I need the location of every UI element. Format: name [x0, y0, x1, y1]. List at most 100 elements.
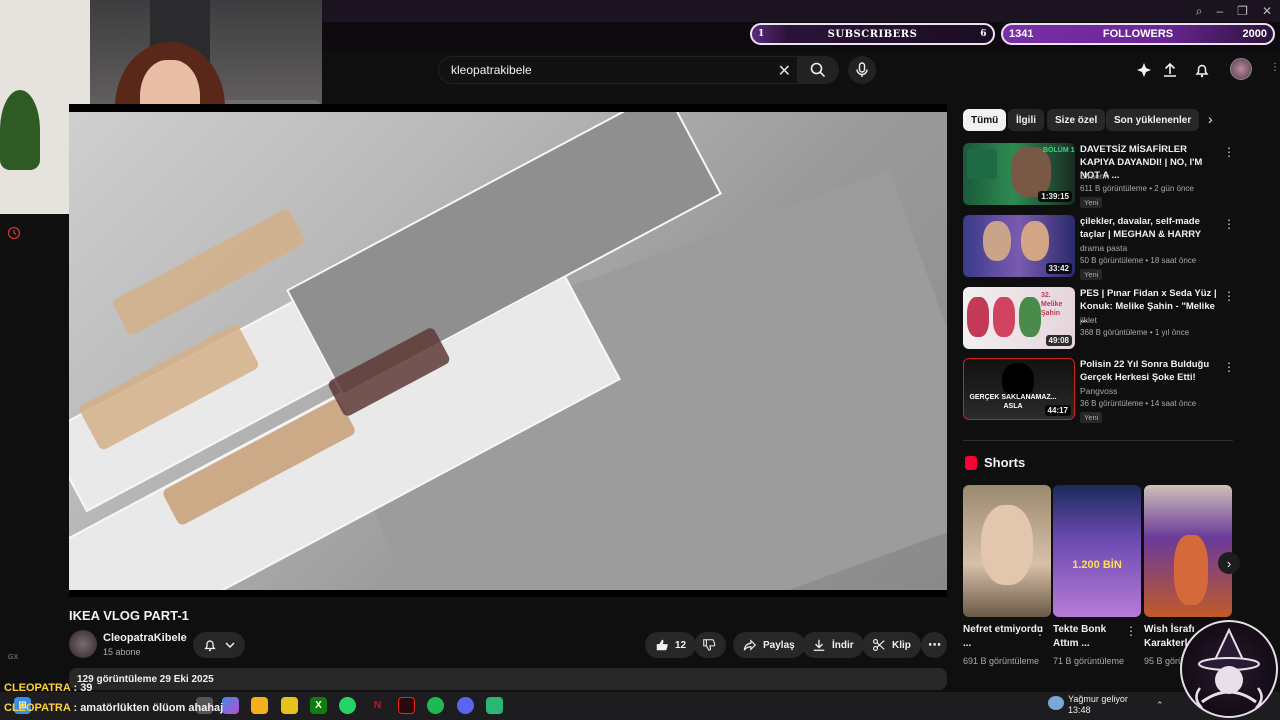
followers-count: 1341	[1009, 28, 1034, 40]
short-views: 691 B görüntüleme	[963, 656, 1040, 666]
clear-search-icon[interactable]: ✕	[778, 61, 791, 81]
like-count: 12	[675, 639, 687, 651]
notifications-button[interactable]	[1192, 60, 1212, 80]
related-video[interactable]: BÖLÜM 1 1:39:15 DAVETSİZ MİSAFİRLER KAPI…	[963, 143, 1235, 208]
new-badge: Yeni	[1080, 197, 1103, 208]
more-actions-button[interactable]: ⋯	[921, 632, 947, 658]
share-icon	[743, 639, 757, 651]
short-thumbnail[interactable]	[1144, 485, 1232, 617]
video-player[interactable]	[69, 104, 947, 597]
video-thumbnail[interactable]: 33:42	[963, 215, 1075, 277]
more-horizontal-icon: ⋯	[928, 637, 941, 652]
dislike-button[interactable]	[694, 632, 726, 658]
clip-button[interactable]: Klip	[862, 632, 921, 658]
more-vertical-icon[interactable]: ⋮	[1223, 289, 1235, 303]
search-button[interactable]	[797, 56, 839, 84]
video-title: IKEA VLOG PART-1	[69, 608, 189, 623]
chip-recent[interactable]: Son yüklenenler	[1106, 109, 1200, 131]
related-channel[interactable]: Elraenn	[1080, 171, 1109, 181]
more-vertical-icon[interactable]: ⋮	[1034, 624, 1046, 638]
upload-button[interactable]	[1160, 60, 1180, 80]
chat-message: CLEOPATRA : amatörlükten ölüom ahahaj	[4, 702, 223, 714]
new-badge: Yeni	[1080, 412, 1103, 423]
netflix-icon[interactable]: N	[369, 697, 386, 714]
video-thumbnail[interactable]: 32. Melike Şahin 49:08	[963, 287, 1075, 349]
video-frame	[69, 112, 947, 590]
spotify-icon[interactable]	[427, 697, 444, 714]
chevron-right-icon[interactable]: ›	[1208, 111, 1213, 127]
weather-text: Yağmur geliyor	[1068, 694, 1128, 704]
weather-widget[interactable]: Yağmur geliyor 13:48	[1068, 694, 1128, 716]
opera-gx-icon[interactable]	[398, 697, 415, 714]
xbox-icon[interactable]: X	[310, 697, 327, 714]
webcam-plant	[0, 90, 40, 170]
history-icon[interactable]	[7, 226, 21, 240]
related-video[interactable]: 32. Melike Şahin 49:08 PES | Pınar Fidan…	[963, 287, 1235, 351]
weather-icon	[1048, 696, 1064, 710]
file-explorer-icon[interactable]	[251, 697, 268, 714]
related-channel[interactable]: jiklet	[1080, 315, 1097, 325]
channel-name[interactable]: CleopatraKibele	[103, 632, 187, 644]
short-thumbnail[interactable]: 1.200 BİN	[1053, 485, 1141, 617]
chevron-right-icon: ›	[1226, 555, 1232, 571]
search-icon[interactable]: ⌕	[1196, 4, 1203, 19]
description-box[interactable]: 129 görüntüleme 29 Eki 2025	[69, 668, 947, 690]
bell-icon	[204, 640, 216, 652]
whatsapp-icon[interactable]	[339, 697, 356, 714]
sparkle-icon	[1137, 63, 1151, 77]
thumbnail-person	[1019, 297, 1041, 337]
subscription-bell-button[interactable]	[193, 632, 245, 658]
thumbs-up-icon	[656, 639, 668, 651]
search-input[interactable]: kleopatrakibele ✕	[438, 56, 798, 84]
related-meta: 36 B görüntüleme • 14 saat önce	[1080, 399, 1197, 408]
related-title: çilekler, davalar, self-made taçlar | ME…	[1080, 216, 1202, 240]
voice-search-button[interactable]	[848, 56, 876, 84]
subscribers-start: 1	[758, 29, 765, 39]
short-thumbnail[interactable]	[963, 485, 1051, 617]
related-video[interactable]: GERÇEK SAKLANAMAZ... ASLA 44:17 Polisin …	[963, 358, 1235, 423]
related-video[interactable]: 33:42 çilekler, davalar, self-made taçla…	[963, 215, 1235, 280]
related-title: PES | Pınar Fidan x Seda Yüz | Konuk: Me…	[1080, 288, 1217, 325]
chat-username: CLEOPATRA	[4, 702, 71, 714]
create-button[interactable]	[1134, 60, 1154, 80]
restore-icon[interactable]: ❐	[1237, 4, 1248, 19]
like-button[interactable]: 12	[645, 632, 697, 658]
thumbnail-text: 1.200 BİN	[1072, 559, 1122, 571]
related-channel[interactable]: Pangvoss	[1080, 386, 1117, 396]
chip-label: Tümü	[971, 114, 999, 126]
more-vertical-icon[interactable]: ⋮	[1125, 624, 1137, 638]
sticky-notes-icon[interactable]	[281, 697, 298, 714]
more-vertical-icon[interactable]: ⋮	[1223, 360, 1235, 374]
minimize-icon[interactable]: –	[1216, 4, 1223, 19]
chat-text: : amatörlükten ölüom ahahaj	[73, 702, 224, 714]
scissors-icon	[873, 639, 885, 651]
video-duration: 1:39:15	[1038, 191, 1072, 202]
copilot-icon[interactable]	[222, 697, 239, 714]
chevron-down-icon	[225, 642, 235, 649]
more-vertical-icon[interactable]: ⋮	[1223, 217, 1235, 231]
more-vertical-icon[interactable]: ⋮	[1223, 145, 1235, 159]
app-icon[interactable]	[486, 697, 503, 714]
video-thumbnail[interactable]: BÖLÜM 1 1:39:15	[963, 143, 1075, 205]
short-views: 71 B görüntüleme	[1053, 656, 1125, 666]
download-button[interactable]: İndir	[802, 632, 864, 658]
shorts-next-button[interactable]: ›	[1218, 552, 1240, 574]
video-thumbnail[interactable]: GERÇEK SAKLANAMAZ... ASLA 44:17	[963, 358, 1075, 420]
chip-related[interactable]: İlgili	[1008, 109, 1044, 131]
share-button[interactable]: Paylaş	[733, 632, 805, 658]
section-divider	[963, 440, 1233, 441]
channel-avatar[interactable]	[69, 630, 97, 658]
menu-dots-icon[interactable]: ⋮	[1270, 62, 1280, 73]
discord-icon[interactable]	[457, 697, 474, 714]
chat-text: : 39	[73, 682, 93, 694]
window-controls: ⌕ – ❐ ✕	[1196, 4, 1272, 19]
close-icon[interactable]: ✕	[1262, 4, 1272, 19]
search-icon	[810, 62, 826, 78]
chip-all[interactable]: Tümü	[963, 109, 1007, 131]
related-channel[interactable]: drama pasta	[1080, 243, 1127, 253]
chevron-up-icon[interactable]: ⌃	[1156, 700, 1164, 711]
thumbnail-person	[993, 297, 1015, 337]
account-avatar[interactable]	[1230, 58, 1252, 80]
thumbnail-text: 32. Melike Şahin	[1041, 292, 1063, 317]
chip-for-you[interactable]: Size özel	[1047, 109, 1106, 131]
